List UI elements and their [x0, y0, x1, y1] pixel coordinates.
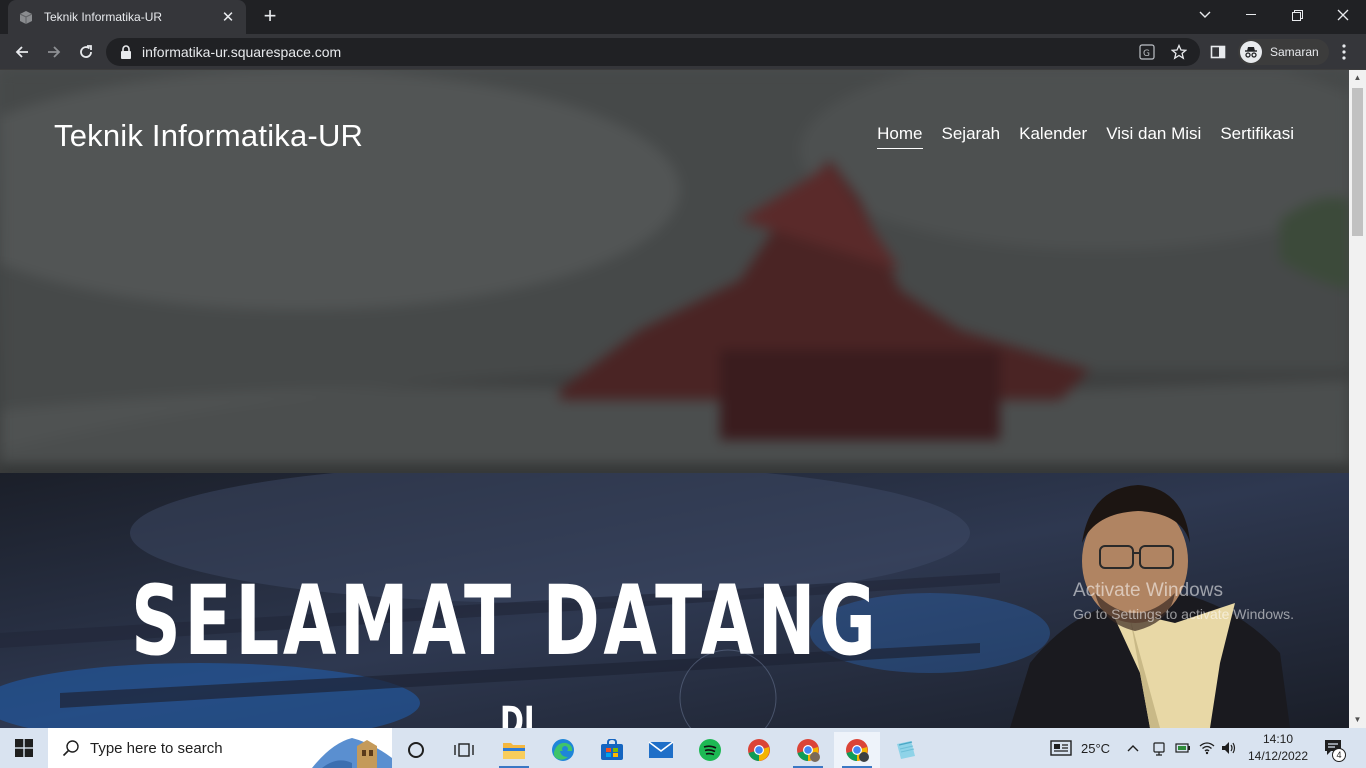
- lock-icon[interactable]: [120, 45, 132, 59]
- browser-menu-icon[interactable]: [1334, 42, 1354, 62]
- weather-widget[interactable]: 25°C: [1050, 728, 1110, 768]
- activate-windows-watermark: Activate Windows Go to Settings to activ…: [1073, 580, 1294, 622]
- nav-sejarah[interactable]: Sejarah: [942, 124, 1001, 149]
- back-button[interactable]: [8, 38, 36, 66]
- browser-tab[interactable]: Teknik Informatika-UR ✕: [8, 0, 246, 34]
- start-button[interactable]: [0, 728, 48, 768]
- squarespace-favicon-icon: [19, 11, 33, 24]
- battery-icon[interactable]: [1175, 728, 1191, 768]
- windows-logo-icon: [15, 739, 33, 757]
- browser-tab-strip: Teknik Informatika-UR ✕ +: [0, 0, 1366, 34]
- file-explorer-icon[interactable]: [491, 732, 537, 768]
- notepad-icon[interactable]: [883, 732, 929, 768]
- scroll-up-arrow-icon[interactable]: ▲: [1353, 73, 1362, 82]
- page-scrollbar[interactable]: ▲ ▼: [1349, 70, 1366, 728]
- wifi-icon[interactable]: [1199, 728, 1215, 768]
- hero-section: Teknik Informatika-UR Home Sejarah Kalen…: [0, 70, 1349, 473]
- notification-center-button[interactable]: 4: [1323, 728, 1346, 768]
- nav-sertifikasi[interactable]: Sertifikasi: [1220, 124, 1294, 149]
- taskbar-search-box[interactable]: Type here to search: [48, 728, 392, 768]
- site-title[interactable]: Teknik Informatika-UR: [54, 118, 363, 154]
- tab-search-chevron-icon[interactable]: [1182, 0, 1228, 30]
- welcome-headline: SELAMAT DATANG: [131, 565, 880, 677]
- nav-visi-dan-misi[interactable]: Visi dan Misi: [1106, 124, 1201, 149]
- chrome-incognito-icon[interactable]: [834, 732, 880, 768]
- svg-text:G: G: [1143, 49, 1150, 59]
- chrome-icon[interactable]: [736, 732, 782, 768]
- clock-date: 14/12/2022: [1247, 749, 1309, 763]
- watermark-subtext: Go to Settings to activate Windows.: [1073, 606, 1294, 622]
- show-hidden-icons-chevron-icon[interactable]: [1127, 728, 1139, 768]
- incognito-avatar-icon: [1240, 41, 1262, 63]
- nav-home[interactable]: Home: [877, 124, 923, 149]
- tab-close-icon[interactable]: ✕: [220, 9, 236, 26]
- nav-kalender[interactable]: Kalender: [1019, 124, 1087, 149]
- news-weather-icon: [1050, 740, 1072, 756]
- weather-temperature: 25°C: [1081, 740, 1111, 756]
- restore-button[interactable]: [1274, 0, 1320, 30]
- clock-time: 14:10: [1262, 732, 1294, 746]
- forward-arrow-icon: [48, 46, 61, 58]
- back-arrow-icon: [15, 46, 28, 58]
- scroll-down-arrow-icon[interactable]: ▼: [1353, 715, 1362, 724]
- cortana-icon[interactable]: [393, 732, 439, 768]
- search-placeholder: Type here to search: [90, 739, 223, 757]
- profile-chip[interactable]: Samaran: [1238, 39, 1329, 65]
- welcome-subheadline: DI: [500, 699, 535, 728]
- search-highlight-illustration-icon: [312, 738, 392, 768]
- close-window-button[interactable]: [1320, 0, 1366, 30]
- bookmark-star-icon[interactable]: [1169, 42, 1189, 62]
- browser-toolbar: informatika-ur.squarespace.com G Samaran: [0, 34, 1366, 70]
- volume-icon[interactable]: [1221, 728, 1237, 768]
- task-view-icon[interactable]: [441, 732, 487, 768]
- meet-now-icon[interactable]: [1152, 728, 1166, 768]
- main-nav: Home Sejarah Kalender Visi dan Misi Sert…: [877, 124, 1294, 149]
- chrome-profile-icon[interactable]: [785, 732, 831, 768]
- new-tab-button[interactable]: +: [258, 5, 282, 29]
- reload-icon: [80, 45, 92, 58]
- mail-icon[interactable]: [638, 732, 684, 768]
- url-text[interactable]: informatika-ur.squarespace.com: [142, 44, 341, 60]
- microsoft-store-icon[interactable]: [589, 732, 635, 768]
- profile-name: Samaran: [1270, 45, 1319, 59]
- watermark-heading: Activate Windows: [1073, 580, 1223, 601]
- scrollbar-thumb[interactable]: [1352, 88, 1363, 236]
- edge-browser-icon[interactable]: [540, 732, 586, 768]
- notification-count-badge: 4: [1332, 748, 1346, 762]
- translate-icon[interactable]: G: [1137, 42, 1157, 62]
- side-panel-icon[interactable]: [1208, 42, 1228, 62]
- minimize-button[interactable]: [1228, 0, 1274, 30]
- page-viewport: Teknik Informatika-UR Home Sejarah Kalen…: [0, 70, 1349, 728]
- windows-taskbar: Type here to search 25°C 14:10 14/12/202…: [0, 728, 1366, 768]
- address-bar[interactable]: informatika-ur.squarespace.com: [106, 38, 1200, 66]
- forward-button[interactable]: [40, 38, 68, 66]
- system-clock[interactable]: 14:10 14/12/2022: [1244, 731, 1312, 765]
- reload-button[interactable]: [72, 38, 100, 66]
- spotify-icon[interactable]: [687, 732, 733, 768]
- tab-title: Teknik Informatika-UR: [44, 10, 163, 24]
- search-icon: [62, 740, 79, 757]
